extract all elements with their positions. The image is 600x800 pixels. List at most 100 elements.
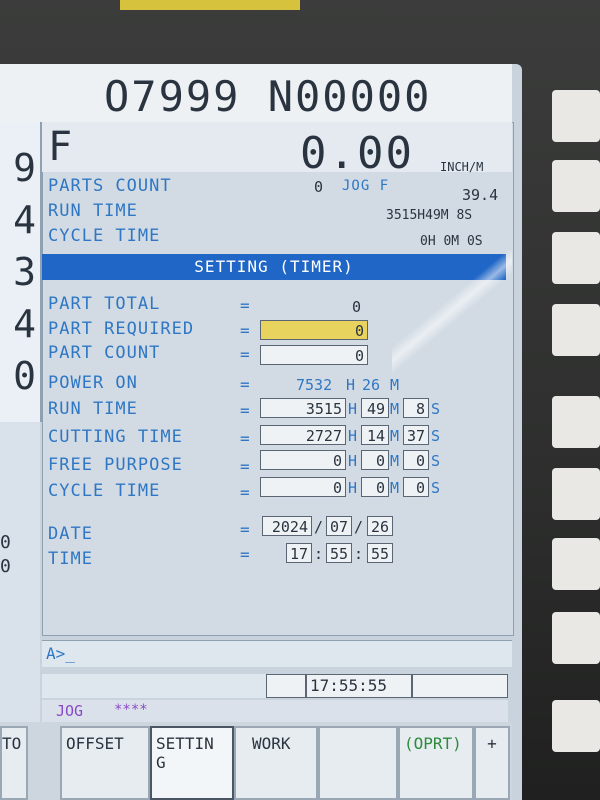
side-button[interactable]: [552, 396, 600, 448]
key-input-line[interactable]: [42, 640, 512, 667]
feed-unit: INCH/M: [440, 160, 484, 174]
side-button[interactable]: [552, 700, 600, 752]
cycle-time-hours-field[interactable]: 0: [260, 477, 346, 497]
minutes-unit: M: [390, 479, 400, 497]
time-hour-field[interactable]: 17: [286, 543, 312, 563]
side-button[interactable]: [552, 538, 600, 590]
power-on-hours: 7532: [296, 376, 333, 394]
yellow-strip: [120, 0, 300, 10]
side-button[interactable]: [552, 160, 600, 212]
left-digit: 4: [13, 198, 36, 242]
hours-unit: H: [348, 452, 358, 470]
side-button[interactable]: [552, 612, 600, 664]
part-total-value: 0: [352, 298, 362, 316]
status-box: [266, 674, 306, 698]
cycle-time-seconds-field[interactable]: 0: [403, 477, 429, 497]
time-second-field[interactable]: 55: [367, 543, 393, 563]
input-prompt: A>_: [46, 644, 75, 663]
equals-sign: =: [240, 429, 250, 448]
left-digit: 4: [13, 302, 36, 346]
program-header: O7999 N00000: [0, 64, 512, 126]
jog-feed-value: 39.4: [462, 186, 499, 204]
run-time-setting-label: RUN TIME: [48, 399, 138, 419]
minutes-unit: M: [390, 400, 400, 418]
status-clock: 17:55:55: [310, 676, 388, 695]
hours-unit: H: [346, 376, 356, 394]
seconds-unit: S: [431, 427, 441, 445]
time-label: TIME: [48, 549, 93, 569]
part-count-field[interactable]: 0: [260, 345, 368, 365]
part-total-label: PART TOTAL: [48, 294, 161, 314]
side-button[interactable]: [552, 232, 600, 284]
run-time-minutes-field[interactable]: 49: [361, 398, 389, 418]
part-required-label: PART REQUIRED: [48, 319, 195, 339]
cutting-time-minutes-field[interactable]: 14: [361, 425, 389, 445]
time-minute-field[interactable]: 55: [326, 543, 352, 563]
cycle-time-setting-label: CYCLE TIME: [48, 481, 161, 501]
jog-feed-label: JOG F: [342, 178, 390, 194]
date-slash: /: [314, 518, 324, 536]
minutes-unit: M: [390, 452, 400, 470]
feed-value: 0.00: [300, 128, 414, 179]
run-time-hours-field[interactable]: 3515: [260, 398, 346, 418]
seconds-unit: S: [431, 452, 441, 470]
equals-sign: =: [240, 545, 250, 564]
free-purpose-minutes-field[interactable]: 0: [361, 450, 389, 470]
mode-stars: ****: [114, 702, 148, 718]
date-year-field[interactable]: 2024: [262, 516, 312, 536]
mode-label: JOG: [56, 702, 84, 720]
run-time-value: 3515H49M 8S: [386, 208, 473, 223]
equals-sign: =: [240, 483, 250, 502]
side-button[interactable]: [552, 304, 600, 356]
side-button[interactable]: [552, 90, 600, 142]
date-day-field[interactable]: 26: [367, 516, 393, 536]
side-button[interactable]: [552, 468, 600, 520]
left-lower-digit: 0: [0, 532, 11, 553]
cutting-time-hours-field[interactable]: 2727: [260, 425, 346, 445]
equals-sign: =: [240, 375, 250, 394]
parts-count-label: PARTS COUNT: [48, 176, 172, 196]
free-purpose-label: FREE PURPOSE: [48, 455, 183, 475]
softkey-left-cut[interactable]: TO: [0, 726, 28, 800]
free-purpose-hours-field[interactable]: 0: [260, 450, 346, 470]
equals-sign: =: [240, 321, 250, 340]
feed-letter: F: [48, 124, 73, 170]
left-lower-digit: 0: [0, 556, 11, 577]
softkey-offset[interactable]: OFFSET: [60, 726, 150, 800]
hours-unit: H: [348, 427, 358, 445]
softkey-next[interactable]: +: [474, 726, 510, 800]
left-digit: 3: [13, 250, 36, 294]
cutting-time-seconds-field[interactable]: 37: [403, 425, 429, 445]
date-slash: /: [354, 518, 364, 536]
equals-sign: =: [240, 520, 250, 539]
cutting-time-label: CUTTING TIME: [48, 427, 183, 447]
screen-glare: [392, 250, 512, 380]
parts-count-value: 0: [314, 178, 324, 196]
mode-bar: [42, 700, 508, 724]
left-position-strip: 9 4 3 4 0: [0, 122, 42, 422]
softkey-blank[interactable]: [318, 726, 398, 800]
hours-unit: H: [348, 400, 358, 418]
run-time-label: RUN TIME: [48, 201, 138, 221]
softkey-work[interactable]: WORK: [234, 726, 318, 800]
date-month-field[interactable]: 07: [326, 516, 352, 536]
cycle-time-minutes-field[interactable]: 0: [361, 477, 389, 497]
seconds-unit: S: [431, 400, 441, 418]
seconds-unit: S: [431, 479, 441, 497]
softkey-oprt[interactable]: (OPRT): [398, 726, 474, 800]
power-on-minutes: 26: [362, 376, 381, 394]
time-colon: :: [354, 545, 364, 563]
equals-sign: =: [240, 296, 250, 315]
part-count-label: PART COUNT: [48, 343, 161, 363]
left-lower-strip: 0 0: [0, 422, 40, 722]
free-purpose-seconds-field[interactable]: 0: [403, 450, 429, 470]
equals-sign: =: [240, 401, 250, 420]
run-time-seconds-field[interactable]: 8: [403, 398, 429, 418]
left-digit: 0: [13, 354, 36, 398]
date-label: DATE: [48, 524, 93, 544]
part-required-field[interactable]: 0: [260, 320, 368, 340]
program-number: O7999 N00000: [104, 72, 432, 121]
softkey-setting[interactable]: SETTIN G: [150, 726, 234, 800]
cycle-time-label: CYCLE TIME: [48, 226, 161, 246]
minutes-unit: M: [390, 427, 400, 445]
